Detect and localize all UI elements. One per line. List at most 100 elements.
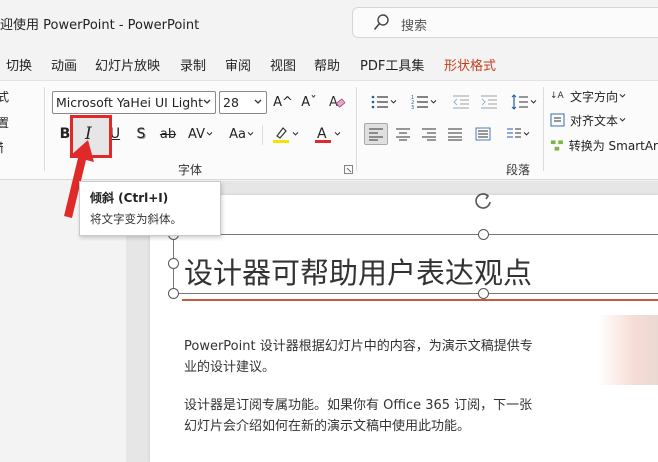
bullets-button[interactable] — [366, 91, 402, 113]
align-right-button[interactable] — [418, 123, 440, 145]
dialog-launcher-icon[interactable] — [344, 165, 353, 174]
font-name-dropdown[interactable]: Microsoft YaHei UI Light — [52, 91, 216, 114]
align-left-button[interactable] — [364, 123, 388, 145]
convert-smartart-button[interactable]: 转换为 SmartAr — [550, 134, 658, 156]
resize-handle[interactable] — [478, 229, 489, 240]
window-title: 欢迎使用 PowerPoint - PowerPoint — [0, 18, 200, 33]
grow-font-button[interactable]: A^ — [272, 91, 294, 113]
text-direction-label: 文字方向 — [570, 89, 619, 104]
align-text-label: 对齐文本 — [570, 113, 619, 128]
highlight-color-button[interactable] — [268, 123, 302, 145]
chevron-down-icon — [390, 99, 396, 104]
italic-tooltip: 倾斜 (Ctrl+I) 将文字变为斜体。 — [79, 181, 221, 236]
clear-formatting-button[interactable]: A — [326, 91, 348, 113]
columns-icon — [506, 128, 521, 138]
line-spacing-button[interactable] — [506, 91, 542, 113]
menu-bar: 切换 动画 幻灯片放映 录制 审阅 视图 帮助 PDF工具集 形状格式 — [0, 46, 658, 80]
tab-slideshow[interactable]: 幻灯片放映 — [95, 55, 160, 74]
slide-paragraph-2-line-1: 设计器是订阅专属功能。如果你有 Office 365 订阅，下一张 — [184, 398, 533, 413]
tab-view[interactable]: 视图 — [270, 55, 296, 74]
svg-text:A: A — [329, 95, 338, 110]
shrink-font-icon: Aˇ — [301, 94, 317, 110]
chevron-down-icon — [334, 131, 340, 136]
resize-handle[interactable] — [168, 288, 179, 299]
distributed-button[interactable] — [472, 123, 494, 145]
search-placeholder: 搜索 — [401, 19, 428, 34]
align-text-button[interactable]: 对齐文本 — [550, 109, 658, 131]
align-right-icon — [422, 128, 436, 141]
slide-paragraph-1-line-1: PowerPoint 设计器根据幻灯片中的内容，为演示文稿提供专 — [184, 339, 533, 354]
ribbon-separator — [543, 87, 544, 171]
tab-help[interactable]: 帮助 — [314, 55, 340, 74]
rotate-handle-icon[interactable] — [472, 190, 494, 212]
ribbon-separator — [356, 87, 357, 171]
tab-review[interactable]: 审阅 — [225, 55, 251, 74]
line-spacing-icon — [511, 94, 528, 110]
numbering-button[interactable]: 1 2 3 — [406, 91, 442, 113]
tab-record[interactable]: 录制 — [180, 55, 206, 74]
font-size-value: 28 — [223, 95, 239, 110]
chevron-down-icon — [523, 131, 529, 136]
ribbon-separator — [262, 125, 263, 145]
font-group-label: 字体 — [178, 163, 203, 177]
chevron-down-icon — [292, 131, 298, 136]
columns-button[interactable] — [500, 123, 536, 145]
slide-paragraph-2-line-2: 幻灯片会介绍如何在新的演示文稿中使用此功能。 — [184, 419, 471, 434]
chevron-down-icon — [203, 99, 211, 104]
justify-icon — [448, 128, 462, 141]
convert-smartart-label: 转换为 SmartAr — [568, 138, 658, 153]
align-center-button[interactable] — [392, 123, 414, 145]
ribbon-left-stub-2[interactable]: 置 — [0, 114, 9, 131]
font-name-value: Microsoft YaHei UI Light — [56, 95, 203, 110]
justify-button[interactable] — [444, 123, 466, 145]
numbered-list-icon: 1 2 3 — [411, 95, 428, 110]
strikethrough-button[interactable]: ab — [157, 123, 179, 145]
resize-handle[interactable] — [478, 288, 489, 299]
tab-transitions[interactable]: 切换 — [6, 55, 32, 74]
slide-decoration — [598, 315, 658, 385]
align-left-icon — [369, 128, 383, 141]
slide-title-underline — [182, 299, 658, 301]
font-size-dropdown[interactable]: 28 — [219, 91, 267, 114]
chevron-down-icon — [247, 131, 254, 136]
text-direction-button[interactable]: ↓A 文字方向 — [550, 85, 658, 107]
shrink-font-button[interactable]: Aˇ — [298, 91, 320, 113]
bullet-list-icon — [371, 95, 388, 109]
chevron-down-icon — [430, 99, 436, 104]
align-text-icon — [550, 113, 565, 127]
title-bar: 欢迎使用 PowerPoint - PowerPoint 搜索 — [0, 0, 658, 46]
text-shadow-icon: S — [136, 126, 146, 142]
ribbon-left-stub-1[interactable]: 式 — [0, 88, 9, 105]
selection-border-top — [173, 234, 658, 235]
change-case-icon: Aa — [229, 126, 246, 142]
chevron-down-icon — [619, 93, 626, 98]
grow-font-icon: A^ — [273, 94, 293, 110]
decrease-indent-button[interactable] — [450, 91, 472, 113]
svg-text:↓A: ↓A — [550, 91, 565, 101]
slide-paragraph-2[interactable]: 设计器是订阅专属功能。如果你有 Office 365 订阅，下一张 幻灯片会介绍… — [184, 395, 564, 437]
tab-shape-format[interactable]: 形状格式 — [444, 55, 496, 74]
svg-text:A: A — [317, 126, 327, 142]
ribbon-left-stub-3[interactable]: 节 — [0, 139, 3, 156]
font-color-button[interactable]: A — [310, 123, 344, 145]
slide-paragraph-1[interactable]: PowerPoint 设计器根据幻灯片中的内容，为演示文稿提供专 业的设计建议。 — [184, 336, 564, 378]
increase-indent-button[interactable] — [478, 91, 500, 113]
increase-indent-icon — [481, 95, 497, 109]
font-color-icon: A — [314, 126, 331, 143]
smartart-icon — [550, 140, 563, 151]
character-spacing-icon: AV — [188, 126, 205, 142]
text-shadow-button[interactable]: S — [132, 123, 150, 145]
paragraph-group-label: 段落 — [506, 163, 531, 177]
slide-title[interactable]: 设计器可帮助用户表达观点 — [184, 250, 532, 292]
slide-paragraph-1-line-2: 业的设计建议。 — [184, 360, 276, 375]
chevron-down-icon — [206, 131, 213, 136]
resize-handle[interactable] — [168, 258, 179, 269]
change-case-button[interactable]: Aa — [225, 123, 259, 145]
character-spacing-button[interactable]: AV — [184, 123, 218, 145]
tab-pdf-tools[interactable]: PDF工具集 — [360, 55, 424, 74]
tab-animations[interactable]: 动画 — [51, 55, 77, 74]
search-box[interactable]: 搜索 — [352, 7, 658, 38]
tooltip-title: 倾斜 (Ctrl+I) — [90, 191, 169, 205]
chevron-down-icon — [619, 117, 626, 122]
align-center-icon — [396, 128, 410, 141]
